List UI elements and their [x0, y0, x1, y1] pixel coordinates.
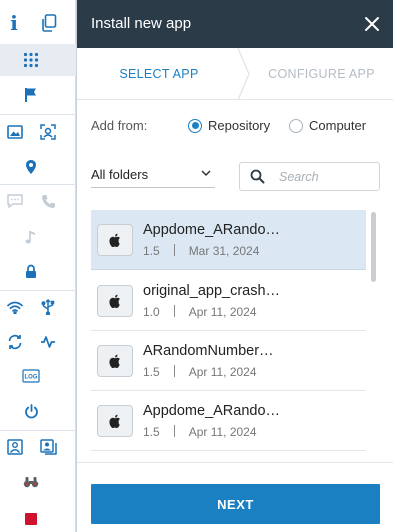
activity-icon[interactable] [29, 327, 67, 357]
app-date: Apr 11, 2024 [188, 305, 257, 319]
binoculars-icon[interactable] [12, 467, 50, 497]
radio-computer-label: Computer [309, 118, 367, 133]
step-configure-app[interactable]: CONFIGURE APP [249, 48, 393, 100]
apple-icon [97, 224, 133, 256]
app-meta: 1.0 Apr 11, 2024 [143, 305, 257, 319]
apple-icon [97, 405, 133, 437]
app-meta: 1.5 Apr 11, 2024 [143, 365, 257, 379]
phone-icon [29, 186, 67, 216]
flag-icon[interactable] [12, 80, 50, 110]
step-select-app[interactable]: SELECT APP [77, 48, 241, 100]
app-name: ARandomNumber… [143, 343, 274, 359]
log-label: LOG [25, 375, 38, 381]
footer-divider [77, 462, 393, 463]
search-box[interactable] [239, 162, 380, 191]
close-icon[interactable] [362, 14, 382, 34]
app-meta: 1.5 Apr 11, 2024 [143, 425, 257, 439]
add-from-label: Add from: [91, 118, 148, 133]
next-button[interactable]: NEXT [91, 484, 380, 524]
radio-repository-label: Repository [208, 118, 271, 133]
info-icon[interactable]: i [0, 8, 28, 38]
lock-icon[interactable] [12, 256, 50, 286]
photo-card-icon[interactable] [29, 432, 67, 462]
app-version: 1.5 [143, 425, 160, 439]
list-item[interactable]: Appdome_ARando… 1.5 Apr 11, 2024 [91, 391, 366, 451]
panel-title: Install new app [91, 15, 192, 32]
usb-icon[interactable] [29, 292, 67, 322]
app-version: 1.5 [143, 244, 160, 258]
search-input[interactable] [279, 169, 369, 184]
copy-icon[interactable] [30, 8, 68, 38]
app-name: Appdome_ARando… [143, 403, 281, 419]
radio-button[interactable] [188, 118, 202, 133]
install-app-panel: Install new app SELECT APP CONFIGURE APP… [76, 0, 393, 532]
radio-computer[interactable]: Computer [289, 118, 366, 133]
list-item[interactable]: original_app_crash… 1.0 Apr 11, 2024 [91, 271, 366, 331]
list-scrollbar[interactable] [371, 212, 376, 282]
location-pin-icon[interactable] [12, 152, 50, 182]
wizard-steps: SELECT APP CONFIGURE APP [77, 48, 393, 100]
grid-icon[interactable] [12, 45, 50, 75]
app-version: 1.0 [143, 305, 160, 319]
app-name: Appdome_ARando… [143, 222, 281, 238]
power-icon[interactable] [12, 396, 50, 426]
app-date: Mar 31, 2024 [188, 244, 260, 258]
app-version: 1.5 [143, 365, 160, 379]
apple-icon [97, 285, 133, 317]
list-item[interactable]: ARandomNumber… 1.5 Apr 11, 2024 [91, 331, 366, 391]
app-name: original_app_crash… [143, 283, 281, 299]
radio-button[interactable] [289, 118, 303, 133]
face-scan-icon[interactable] [29, 117, 67, 147]
panel-header: Install new app [77, 0, 393, 48]
music-note-icon [12, 222, 50, 252]
log-icon[interactable]: LOG [12, 361, 50, 391]
app-date: Apr 11, 2024 [188, 365, 257, 379]
app-meta: 1.5 Mar 31, 2024 [143, 244, 259, 258]
folder-select[interactable]: All folders [91, 162, 215, 188]
device-toolbar: i LOG [0, 0, 76, 532]
app-list: Appdome_ARando… 1.5 Mar 31, 2024 original… [91, 210, 366, 462]
folder-select-value: All folders [91, 167, 149, 182]
list-item[interactable]: Appdome_ARando… 1.5 Mar 31, 2024 [91, 210, 366, 270]
stop-icon[interactable] [12, 504, 50, 532]
app-date: Apr 11, 2024 [188, 425, 257, 439]
chevron-down-icon [201, 170, 211, 177]
apple-icon [97, 345, 133, 377]
search-icon [250, 169, 265, 184]
radio-repository[interactable]: Repository [188, 118, 270, 133]
